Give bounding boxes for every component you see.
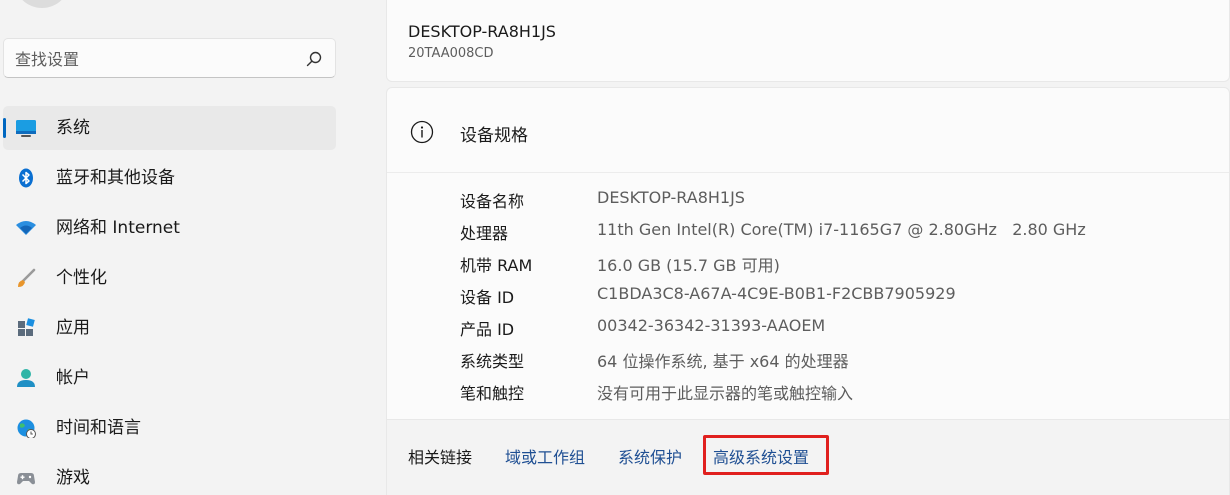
sidebar-item-label: 帐户 — [56, 368, 90, 388]
specs-header[interactable]: 设备规格 — [387, 88, 1229, 173]
search-box[interactable] — [3, 38, 336, 78]
sidebar-item-label: 个性化 — [56, 268, 107, 288]
device-card: DESKTOP-RA8H1JS 20TAA008CD — [386, 0, 1230, 82]
spec-key: 设备名称 — [460, 192, 525, 211]
link-domain-workgroup[interactable]: 域或工作组 — [505, 444, 585, 468]
account-icon — [17, 369, 35, 387]
sidebar-item-gaming[interactable]: 游戏 — [3, 456, 336, 495]
spec-value: C1BDA3C8-A67A-4C9E-B0B1-F2CBB7905929 — [597, 284, 956, 303]
spec-value: 没有可用于此显示器的笔或触控输入 — [597, 384, 854, 403]
device-model: 20TAA008CD — [408, 46, 494, 61]
sidebar-item-system[interactable]: 系统 — [3, 106, 336, 150]
avatar[interactable] — [14, 0, 70, 8]
spec-key: 处理器 — [460, 224, 509, 243]
sidebar-item-bluetooth[interactable]: 蓝牙和其他设备 — [3, 156, 336, 200]
spec-key: 笔和触控 — [460, 384, 525, 403]
sidebar-item-label: 系统 — [56, 118, 90, 138]
sidebar-item-accounts[interactable]: 帐户 — [3, 356, 336, 400]
sidebar-item-label: 网络和 Internet — [56, 218, 180, 238]
spec-key: 机带 RAM — [460, 256, 533, 275]
link-system-protection[interactable]: 系统保护 — [618, 444, 682, 468]
related-links: 相关链接 域或工作组 系统保护 高级系统设置 — [387, 419, 1229, 495]
spec-key: 设备 ID — [460, 288, 515, 307]
gamepad-icon — [17, 473, 35, 485]
spec-value: 11th Gen Intel(R) Core(TM) i7-1165G7 @ 2… — [597, 220, 1086, 239]
device-name: DESKTOP-RA8H1JS — [408, 22, 556, 41]
spec-value: 00342-36342-31393-AAOEM — [597, 316, 826, 335]
selection-indicator — [3, 118, 6, 138]
search-input[interactable] — [15, 47, 295, 71]
sidebar-item-time-language[interactable]: 时间和语言 — [3, 406, 336, 450]
sidebar-item-label: 应用 — [56, 318, 90, 338]
spec-value: DESKTOP-RA8H1JS — [597, 188, 745, 207]
wifi-icon — [16, 221, 36, 235]
sidebar-item-label: 游戏 — [56, 468, 90, 488]
related-links-label: 相关链接 — [408, 448, 473, 467]
apps-icon — [18, 318, 35, 336]
sidebar-item-network[interactable]: 网络和 Internet — [3, 206, 336, 250]
sidebar-item-label: 时间和语言 — [56, 418, 141, 438]
sidebar-item-personalization[interactable]: 个性化 — [3, 256, 336, 300]
spec-value: 64 位操作系统, 基于 x64 的处理器 — [597, 352, 849, 371]
sidebar: 系统 蓝牙和其他设备 网络和 Internet 个性化 应用 — [0, 0, 386, 495]
bluetooth-icon — [19, 168, 33, 188]
specs-title: 设备规格 — [460, 126, 528, 146]
info-icon — [410, 120, 434, 144]
time-language-icon — [17, 419, 36, 438]
search-icon[interactable] — [305, 50, 323, 68]
sidebar-item-apps[interactable]: 应用 — [3, 306, 336, 350]
sidebar-item-label: 蓝牙和其他设备 — [56, 168, 175, 188]
spec-key: 系统类型 — [460, 352, 525, 371]
spec-key: 产品 ID — [460, 320, 515, 339]
device-specs-card: 设备规格 设备名称 DESKTOP-RA8H1JS 处理器 11th Gen I… — [386, 87, 1230, 495]
link-advanced-system-settings[interactable]: 高级系统设置 — [713, 444, 809, 468]
spec-value: 16.0 GB (15.7 GB 可用) — [597, 256, 780, 275]
brush-icon — [18, 268, 36, 287]
system-monitor-icon — [16, 120, 36, 137]
